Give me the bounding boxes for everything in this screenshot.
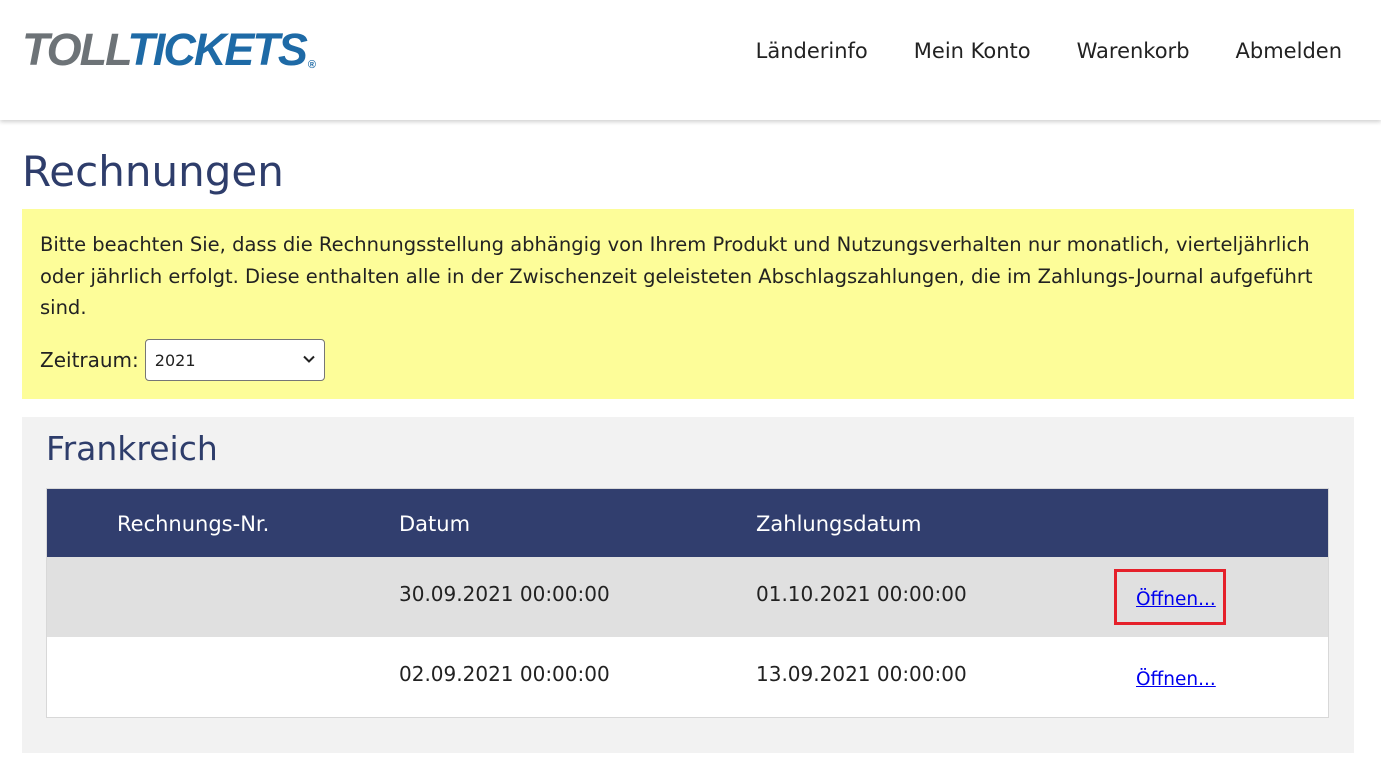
nav-laenderinfo[interactable]: Länderinfo bbox=[756, 36, 868, 66]
column-header-invoice-number: Rechnungs-Nr. bbox=[117, 512, 270, 536]
main-nav: Länderinfo Mein Konto Warenkorb Abmelden bbox=[756, 36, 1342, 66]
table-row: 30.09.2021 00:00:00 01.10.2021 00:00:00 … bbox=[47, 557, 1328, 637]
logo-registered-mark: ® bbox=[307, 59, 316, 71]
nav-abmelden[interactable]: Abmelden bbox=[1236, 36, 1342, 66]
logo-part-tickets: TICKETS bbox=[127, 24, 308, 75]
nav-mein-konto[interactable]: Mein Konto bbox=[914, 36, 1031, 66]
chevron-down-icon bbox=[303, 355, 315, 363]
invoice-table: Rechnungs-Nr. Datum Zahlungsdatum 30.09.… bbox=[46, 488, 1329, 718]
table-header: Rechnungs-Nr. Datum Zahlungsdatum bbox=[47, 489, 1328, 557]
nav-warenkorb[interactable]: Warenkorb bbox=[1077, 36, 1190, 66]
period-select-value: 2021 bbox=[154, 351, 196, 370]
country-title: Frankreich bbox=[46, 429, 218, 468]
table-row: 02.09.2021 00:00:00 13.09.2021 00:00:00 … bbox=[47, 637, 1328, 717]
period-select[interactable]: 2021 bbox=[144, 339, 325, 381]
country-panel: Frankreich Rechnungs-Nr. Datum Zahlungsd… bbox=[22, 417, 1354, 753]
cell-payment-date: 01.10.2021 00:00:00 bbox=[756, 582, 967, 606]
page-title: Rechnungen bbox=[22, 147, 284, 196]
cell-payment-date: 13.09.2021 00:00:00 bbox=[756, 662, 967, 686]
period-label: Zeitraum: bbox=[40, 348, 139, 372]
notice-box: Bitte beachten Sie, dass die Rechnungsst… bbox=[22, 209, 1354, 399]
open-invoice-link[interactable]: Öffnen... bbox=[1136, 585, 1216, 615]
cell-date: 02.09.2021 00:00:00 bbox=[399, 662, 610, 686]
tolltickets-logo[interactable]: TOLLTICKETS ® bbox=[22, 26, 316, 89]
period-filter: Zeitraum: 2021 bbox=[40, 339, 325, 381]
cell-date: 30.09.2021 00:00:00 bbox=[399, 582, 610, 606]
column-header-date: Datum bbox=[399, 512, 471, 536]
column-header-payment-date: Zahlungsdatum bbox=[756, 512, 922, 536]
open-invoice-link[interactable]: Öffnen... bbox=[1136, 665, 1216, 695]
logo-part-toll: TOLL bbox=[22, 24, 129, 75]
notice-text: Bitte beachten Sie, dass die Rechnungsst… bbox=[40, 233, 1313, 319]
site-header: TOLLTICKETS ® Länderinfo Mein Konto Waren… bbox=[0, 0, 1381, 120]
